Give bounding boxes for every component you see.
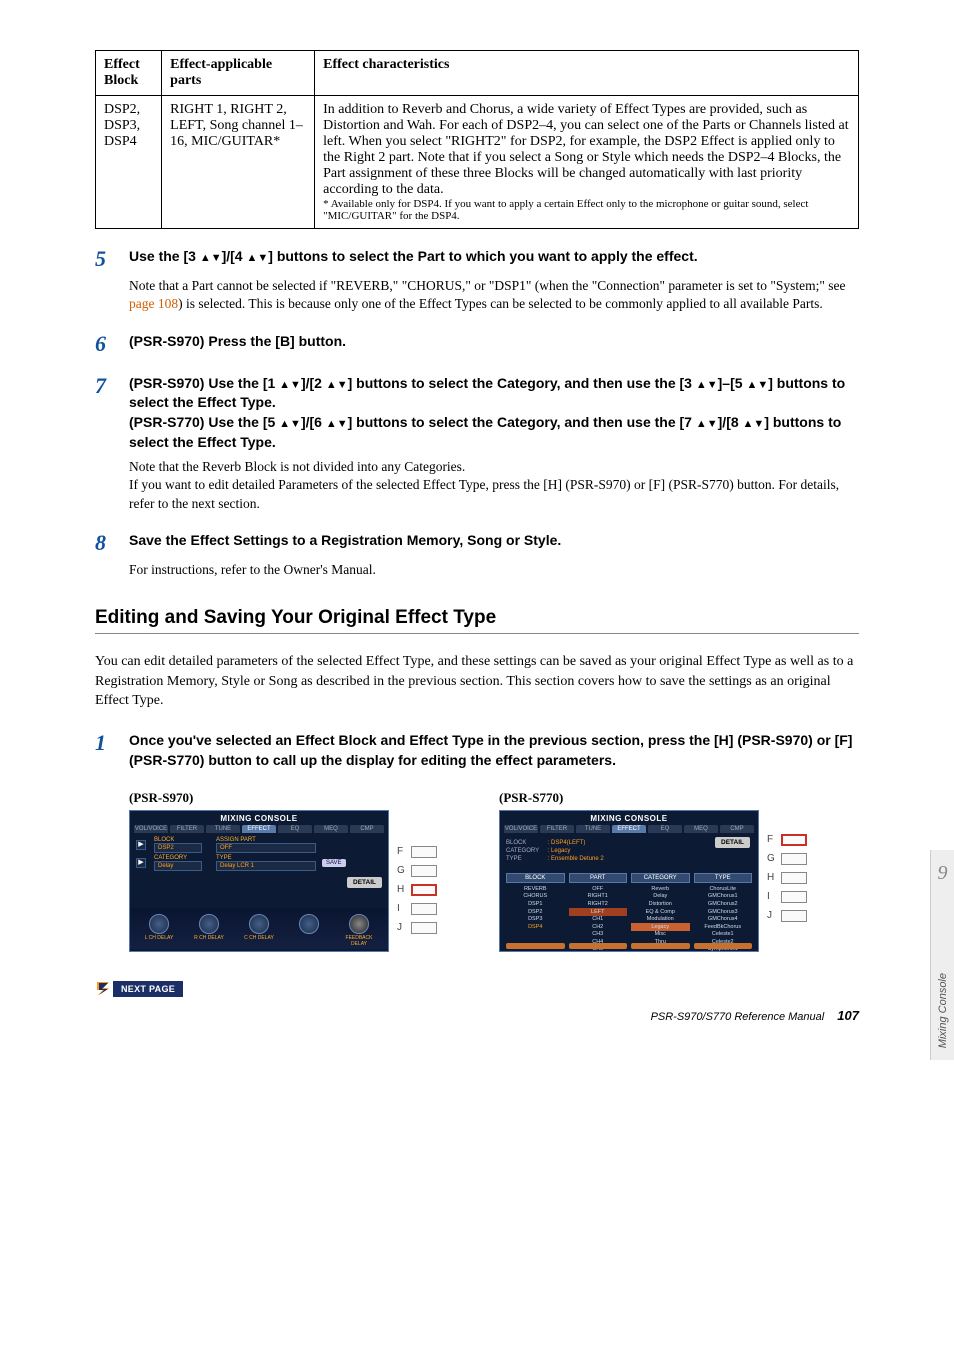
arrow-icon[interactable] bbox=[506, 943, 565, 949]
effect-table: Effect Block Effect-applicable parts Eff… bbox=[95, 50, 859, 229]
mc-tab[interactable]: CMP bbox=[350, 825, 384, 833]
arrow-icon[interactable] bbox=[569, 943, 628, 949]
knob-icon[interactable] bbox=[349, 914, 369, 934]
s770-screen: MIXING CONSOLE VOL/VOICE FILTER TUNE EFF… bbox=[499, 810, 759, 952]
updown-icon: ▲▼ bbox=[200, 252, 222, 264]
updown-icon: ▲▼ bbox=[746, 379, 768, 391]
mc-tab[interactable]: MEQ bbox=[314, 825, 348, 833]
next-arrow-icon bbox=[95, 980, 113, 998]
save-button[interactable]: SAVE bbox=[322, 859, 346, 867]
section-title: Editing and Saving Your Original Effect … bbox=[95, 607, 859, 634]
next-page-badge: NEXT PAGE bbox=[95, 980, 859, 1003]
updown-icon: ▲▼ bbox=[326, 418, 348, 430]
mc-tab[interactable]: EFFECT bbox=[612, 825, 646, 833]
knob-icon[interactable] bbox=[299, 914, 319, 934]
letter-button[interactable] bbox=[411, 846, 437, 858]
step8-num: 8 bbox=[95, 531, 129, 555]
detail-button[interactable]: DETAIL bbox=[347, 877, 382, 888]
mc-tabs: VOL/VOICE FILTER TUNE EFFECT EQ MEQ CMP bbox=[130, 825, 388, 833]
mc-tab[interactable]: VOL/VOICE bbox=[134, 825, 168, 833]
th-parts: Effect-applicable parts bbox=[162, 51, 315, 96]
letter-button[interactable] bbox=[411, 884, 437, 896]
updown-icon: ▲▼ bbox=[279, 379, 301, 391]
page-link[interactable]: page 108 bbox=[129, 296, 178, 311]
td-footnote: * Available only for DSP4. If you want t… bbox=[323, 198, 850, 222]
step8-heading: Save the Effect Settings to a Registrati… bbox=[129, 531, 561, 555]
step7-num: 7 bbox=[95, 374, 129, 452]
td-block: DSP2, DSP3, DSP4 bbox=[96, 96, 162, 229]
s770-label: (PSR-S770) bbox=[499, 790, 809, 806]
step7-body: Note that the Reverb Block is not divide… bbox=[129, 458, 859, 513]
s970-label: (PSR-S970) bbox=[129, 790, 439, 806]
mc-tabs: VOL/VOICE FILTER TUNE EFFECT EQ MEQ CMP bbox=[500, 825, 758, 833]
mc-tab[interactable]: FILTER bbox=[170, 825, 204, 833]
section-intro: You can edit detailed parameters of the … bbox=[95, 652, 859, 711]
cat-field[interactable]: Delay bbox=[154, 861, 202, 871]
td-parts: RIGHT 1, RIGHT 2, LEFT, Song channel 1–1… bbox=[162, 96, 315, 229]
side-tab: 9 Mixing Console bbox=[930, 850, 954, 1060]
th-char: Effect characteristics bbox=[315, 51, 859, 96]
step5-heading: Use the [3 ▲▼]/[4 ▲▼] buttons to select … bbox=[129, 247, 698, 271]
letter-buttons: F G H I J bbox=[397, 844, 437, 939]
letter-buttons: F G H I J bbox=[767, 832, 807, 927]
arrow-icon[interactable] bbox=[694, 943, 753, 949]
letter-button[interactable] bbox=[781, 910, 807, 922]
knob-icon[interactable] bbox=[149, 914, 169, 934]
updown-icon: ▲▼ bbox=[246, 252, 268, 264]
block-field[interactable]: DSP2 bbox=[154, 843, 202, 853]
play-icon[interactable]: ▶ bbox=[136, 858, 146, 868]
page-footer: PSR-S970/S770 Reference Manual 107 bbox=[651, 1008, 859, 1023]
type-field[interactable]: Delay LCR 1 bbox=[216, 861, 316, 871]
letter-button[interactable] bbox=[411, 903, 437, 915]
detail-button[interactable]: DETAIL bbox=[715, 837, 750, 848]
knob-icon[interactable] bbox=[199, 914, 219, 934]
play-icon[interactable]: ▶ bbox=[136, 840, 146, 850]
td-char: In addition to Reverb and Chorus, a wide… bbox=[315, 96, 859, 229]
mc-title: MIXING CONSOLE bbox=[130, 811, 388, 825]
letter-button[interactable] bbox=[411, 922, 437, 934]
step7-heading: (PSR-S970) Use the [1 ▲▼]/[2 ▲▼] buttons… bbox=[129, 374, 859, 452]
chapter-number: 9 bbox=[938, 862, 948, 885]
mc-tab[interactable]: TUNE bbox=[206, 825, 240, 833]
mc-tab[interactable]: TUNE bbox=[576, 825, 610, 833]
mc-tab[interactable]: EFFECT bbox=[242, 825, 276, 833]
letter-button[interactable] bbox=[411, 865, 437, 877]
step8-body: For instructions, refer to the Owner's M… bbox=[129, 561, 859, 579]
mc-tab[interactable]: EQ bbox=[278, 825, 312, 833]
s970-screen: MIXING CONSOLE VOL/VOICE FILTER TUNE EFF… bbox=[129, 810, 389, 952]
updown-icon: ▲▼ bbox=[743, 418, 765, 430]
next-page-label: NEXT PAGE bbox=[113, 981, 183, 997]
step6-heading: (PSR-S970) Press the [B] button. bbox=[129, 332, 346, 356]
updown-icon: ▲▼ bbox=[696, 418, 718, 430]
mc770-table: BLOCK REVERB CHORUS DSP1 DSP2 DSP3 DSP4 … bbox=[500, 871, 758, 952]
updown-icon: ▲▼ bbox=[279, 418, 301, 430]
assign-field[interactable]: OFF bbox=[216, 843, 316, 853]
mc-tab[interactable]: MEQ bbox=[684, 825, 718, 833]
chapter-title: Mixing Console bbox=[937, 973, 949, 1048]
mc-tab[interactable]: CMP bbox=[720, 825, 754, 833]
mc-tab[interactable]: VOL/VOICE bbox=[504, 825, 538, 833]
updown-icon: ▲▼ bbox=[696, 379, 718, 391]
arrow-icon[interactable] bbox=[631, 943, 690, 949]
letter-button[interactable] bbox=[781, 891, 807, 903]
mc-title: MIXING CONSOLE bbox=[500, 811, 758, 825]
th-block: Effect Block bbox=[96, 51, 162, 96]
updown-icon: ▲▼ bbox=[326, 379, 348, 391]
step1-heading: Once you've selected an Effect Block and… bbox=[129, 731, 859, 770]
knob-icon[interactable] bbox=[249, 914, 269, 934]
td-char-text: In addition to Reverb and Chorus, a wide… bbox=[323, 102, 848, 197]
mc-tab[interactable]: EQ bbox=[648, 825, 682, 833]
step1-num: 1 bbox=[95, 731, 129, 770]
letter-button[interactable] bbox=[781, 872, 807, 884]
letter-button[interactable] bbox=[781, 834, 807, 846]
step6-num: 6 bbox=[95, 332, 129, 356]
step5-body: Note that a Part cannot be selected if "… bbox=[129, 277, 859, 313]
mc-tab[interactable]: FILTER bbox=[540, 825, 574, 833]
letter-button[interactable] bbox=[781, 853, 807, 865]
step5-num: 5 bbox=[95, 247, 129, 271]
